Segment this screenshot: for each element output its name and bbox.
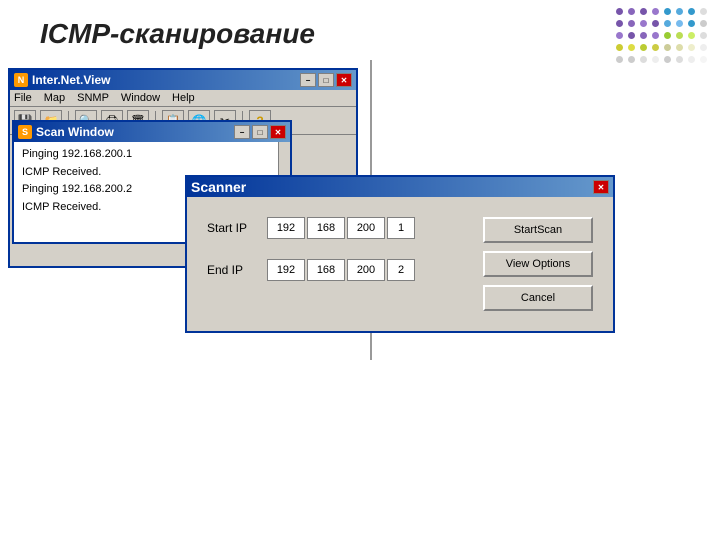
dot xyxy=(664,44,671,51)
scanner-close-button[interactable]: ✕ xyxy=(593,180,609,194)
dot xyxy=(616,20,623,27)
menu-bar: File Map SNMP Window Help xyxy=(10,90,356,107)
dot xyxy=(676,20,683,27)
dot xyxy=(652,44,659,51)
dot xyxy=(628,32,635,39)
dot xyxy=(688,44,695,51)
end-ip-inputs xyxy=(267,259,415,281)
internetview-maximize-button[interactable]: □ xyxy=(318,73,334,87)
scanner-content: Start IP End IP StartSca xyxy=(187,197,613,331)
end-ip-oct3[interactable] xyxy=(347,259,385,281)
menu-window[interactable]: Window xyxy=(121,92,160,104)
dot xyxy=(664,32,671,39)
start-ip-oct3[interactable] xyxy=(347,217,385,239)
dot xyxy=(640,32,647,39)
dot xyxy=(688,8,695,15)
end-ip-label: End IP xyxy=(207,263,267,277)
scanner-controls[interactable]: ✕ xyxy=(593,180,609,194)
start-ip-oct1[interactable] xyxy=(267,217,305,239)
dot xyxy=(676,56,683,63)
dot xyxy=(628,8,635,15)
start-ip-inputs xyxy=(267,217,415,239)
dot xyxy=(640,44,647,51)
internetview-icon: N xyxy=(14,73,28,87)
dot xyxy=(628,20,635,27)
dot xyxy=(676,44,683,51)
menu-file[interactable]: File xyxy=(14,92,32,104)
dot xyxy=(616,56,623,63)
dot xyxy=(640,56,647,63)
dot xyxy=(616,8,623,15)
dot xyxy=(700,32,707,39)
dot xyxy=(616,44,623,51)
page-title: ICMP-сканирование xyxy=(0,0,720,60)
start-ip-oct4[interactable] xyxy=(387,217,415,239)
end-ip-oct4[interactable] xyxy=(387,259,415,281)
scanner-dialog: Scanner ✕ Start IP End IP xyxy=(185,175,615,333)
dot xyxy=(652,56,659,63)
dot xyxy=(628,56,635,63)
ip-section: Start IP End IP xyxy=(207,217,463,311)
end-ip-oct2[interactable] xyxy=(307,259,345,281)
scan-controls[interactable]: − □ ✕ xyxy=(234,125,286,139)
dot xyxy=(700,44,707,51)
internetview-close-button[interactable]: ✕ xyxy=(336,73,352,87)
dot xyxy=(700,56,707,63)
menu-help[interactable]: Help xyxy=(172,92,195,104)
cancel-button[interactable]: Cancel xyxy=(483,285,593,311)
end-ip-row: End IP xyxy=(207,259,463,281)
dot-grid-decoration xyxy=(616,8,710,66)
dot xyxy=(700,8,707,15)
start-ip-row: Start IP xyxy=(207,217,463,239)
view-options-button[interactable]: View Options xyxy=(483,251,593,277)
scan-maximize-button[interactable]: □ xyxy=(252,125,268,139)
internetview-controls[interactable]: − □ ✕ xyxy=(300,73,352,87)
internetview-minimize-button[interactable]: − xyxy=(300,73,316,87)
menu-map[interactable]: Map xyxy=(44,92,65,104)
dot xyxy=(640,20,647,27)
dot xyxy=(652,8,659,15)
start-ip-label: Start IP xyxy=(207,221,267,235)
dot xyxy=(700,20,707,27)
start-ip-oct2[interactable] xyxy=(307,217,345,239)
scanner-title: Scanner xyxy=(191,179,589,195)
scan-title: Scan Window xyxy=(36,125,230,139)
dot xyxy=(664,8,671,15)
dot xyxy=(664,56,671,63)
dot xyxy=(676,8,683,15)
dot xyxy=(628,44,635,51)
scanner-titlebar[interactable]: Scanner ✕ xyxy=(187,177,613,197)
scan-log-line-1: Pinging 192.168.200.1 xyxy=(22,146,282,164)
scan-minimize-button[interactable]: − xyxy=(234,125,250,139)
start-scan-button[interactable]: StartScan xyxy=(483,217,593,243)
scanner-buttons: StartScan View Options Cancel xyxy=(483,217,593,311)
dot xyxy=(688,20,695,27)
scan-close-button[interactable]: ✕ xyxy=(270,125,286,139)
menu-snmp[interactable]: SNMP xyxy=(77,92,109,104)
dot xyxy=(616,32,623,39)
internetview-title: Inter.Net.View xyxy=(32,73,296,87)
dot xyxy=(688,32,695,39)
dot xyxy=(652,32,659,39)
dot xyxy=(652,20,659,27)
internetview-titlebar[interactable]: N Inter.Net.View − □ ✕ xyxy=(10,70,356,90)
dot xyxy=(640,8,647,15)
dot xyxy=(688,56,695,63)
scan-titlebar[interactable]: S Scan Window − □ ✕ xyxy=(14,122,290,142)
dot xyxy=(676,32,683,39)
dot xyxy=(664,20,671,27)
end-ip-oct1[interactable] xyxy=(267,259,305,281)
scan-icon: S xyxy=(18,125,32,139)
